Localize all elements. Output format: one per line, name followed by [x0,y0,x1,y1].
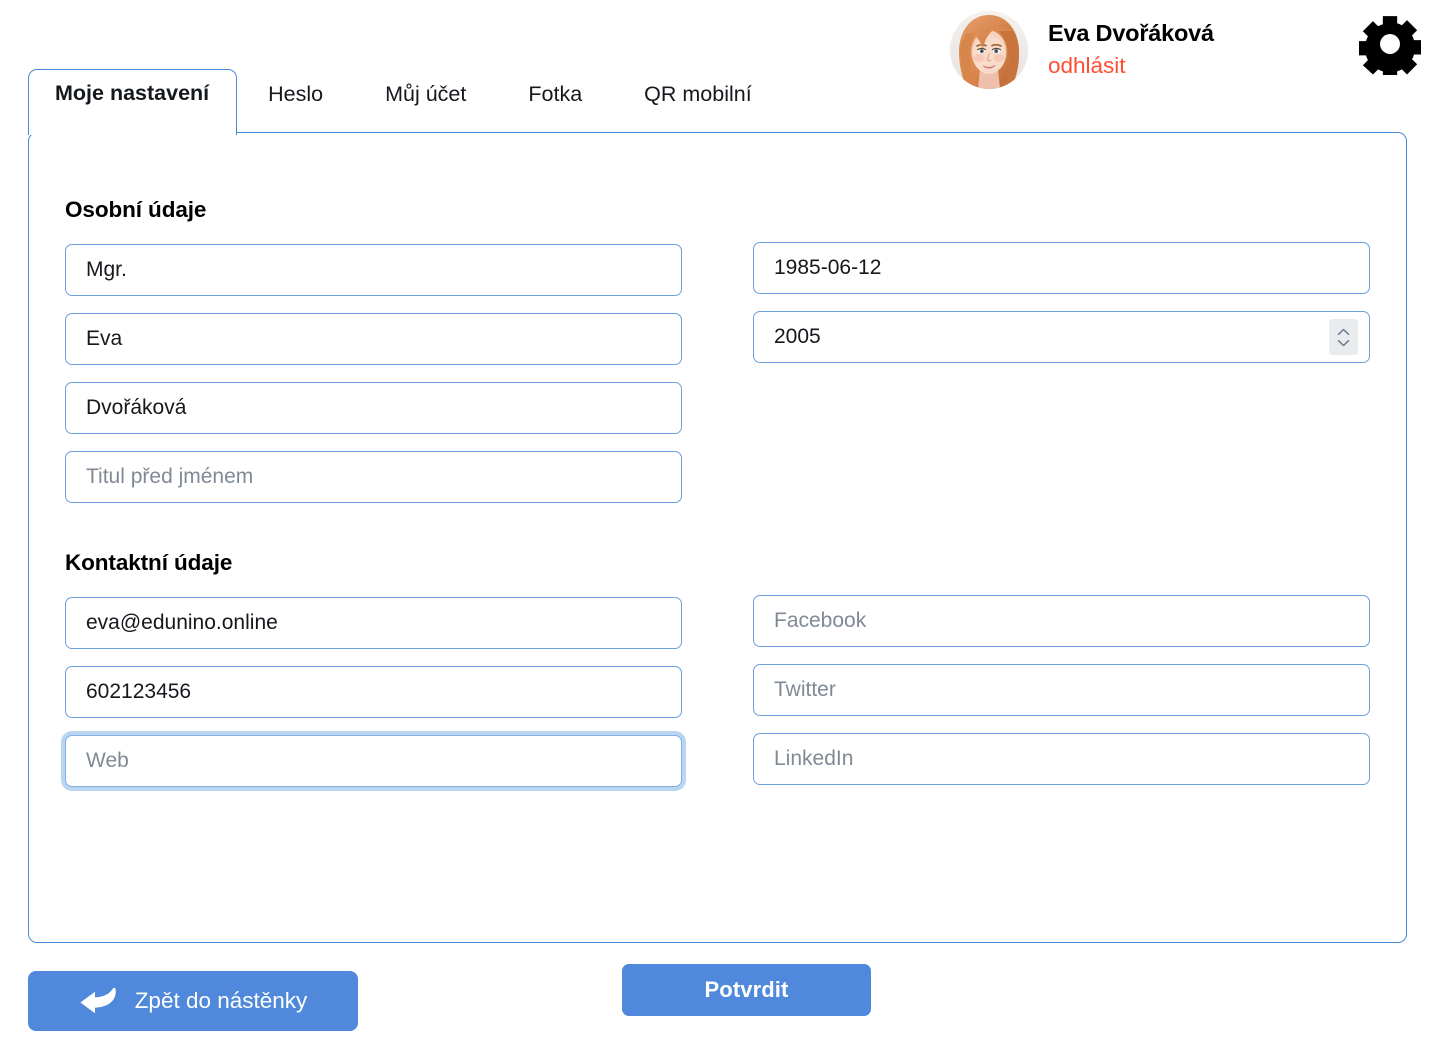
contact-right-column [753,595,1370,802]
page-root: Eva Dvořáková odhlásit Moje nastavení He… [0,0,1434,1042]
tab-muj-ucet[interactable]: Můj účet [354,68,497,133]
tab-heslo[interactable]: Heslo [237,68,354,133]
personal-right-column [753,242,1370,380]
contact-left-column: Kontaktní údaje [65,550,682,804]
tab-strip: Moje nastavení Heslo Můj účet Fotka QR m… [28,68,1407,135]
tab-label: Heslo [268,82,324,106]
personal-left-column: Osobní údaje [65,197,682,520]
section-title-contact: Kontaktní údaje [65,550,233,575]
title-before-name-input[interactable] [65,451,682,503]
phone-input[interactable] [65,666,682,718]
tab-qr-mobilni[interactable]: QR mobilní [613,68,783,133]
section-title-personal: Osobní údaje [65,197,207,222]
first-name-input[interactable] [65,313,682,365]
year-stepper[interactable] [1329,319,1358,355]
tab-label: Fotka [528,82,583,106]
back-arrow-icon [79,988,117,1014]
confirm-button[interactable]: Potvrdit [622,964,871,1016]
birth-date-input[interactable] [753,242,1370,294]
linkedin-input[interactable] [753,733,1370,785]
tab-fotka[interactable]: Fotka [497,68,613,133]
web-input[interactable] [65,735,682,787]
user-name: Eva Dvořáková [1048,20,1214,47]
gear-icon[interactable] [1359,13,1421,75]
settings-panel: Osobní údaje Mgr. Eva Dvořáková Titul př… [28,132,1407,1016]
chevron-up-icon [1337,328,1350,335]
last-name-input[interactable] [65,382,682,434]
tab-label: QR mobilní [644,82,752,106]
chevron-down-icon [1337,339,1350,346]
back-button-label: Zpět do nástěnky [134,988,308,1013]
degree-input[interactable] [65,244,682,296]
tab-moje-nastaveni[interactable]: Moje nastavení [28,68,238,135]
tab-label: Moje nastavení [55,80,210,105]
year-field-wrap [753,311,1370,363]
tab-label: Můj účet [385,82,467,106]
email-input[interactable] [65,597,682,649]
facebook-input[interactable] [753,595,1370,647]
year-input[interactable] [753,311,1370,363]
twitter-input[interactable] [753,664,1370,716]
back-to-dashboard-button[interactable]: Zpět do nástěnky [28,971,358,1031]
